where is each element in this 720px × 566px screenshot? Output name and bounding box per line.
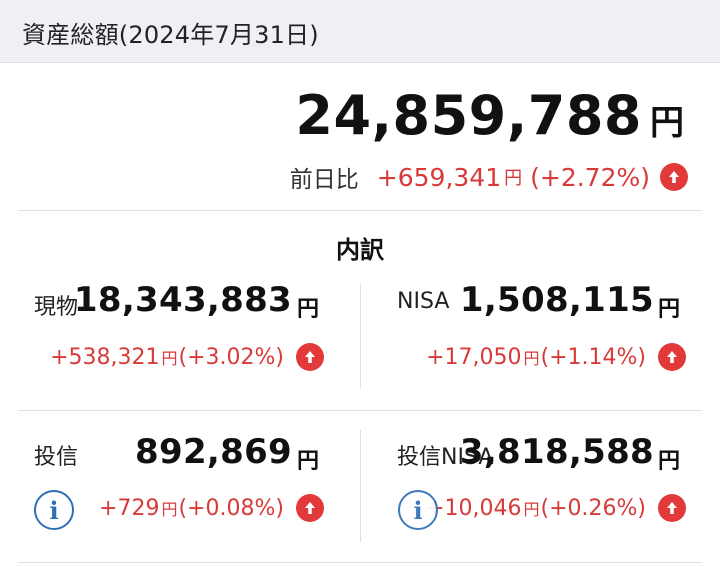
arrow-up-circle-icon <box>296 494 324 522</box>
total-assets: 24,859,788 円 <box>295 84 684 147</box>
cell-yen-unit: 円 <box>297 297 320 322</box>
page-title: 資産総額(2024年7月31日) <box>22 21 319 49</box>
cell-diff-yen: 円 <box>523 349 540 368</box>
diff-yen-unit: 円 <box>504 168 523 189</box>
column-divider <box>360 430 361 542</box>
cell-diff-percent: (+0.26%) <box>540 495 647 521</box>
cell-diff-percent: (+3.02%) <box>178 344 285 370</box>
diff-amount: +659,341 <box>376 162 502 192</box>
divider <box>18 210 702 211</box>
cell-yen-unit: 円 <box>658 297 681 322</box>
arrow-up-circle-icon <box>660 163 688 191</box>
cell-amount: 892,869 <box>135 432 292 472</box>
cell-amount: 3,818,588 <box>459 432 654 472</box>
total-yen-unit: 円 <box>650 103 684 143</box>
divider <box>18 410 702 411</box>
cell-amount: 1,508,115 <box>459 280 654 320</box>
breakdown-title: 内訳 <box>336 236 384 264</box>
cell-label: 現物 <box>34 295 79 320</box>
arrow-up-circle-icon <box>296 343 324 371</box>
diff-percent: (+2.72%) <box>530 162 650 192</box>
info-icon[interactable]: i <box>398 490 438 530</box>
arrow-up-circle-icon <box>658 494 686 522</box>
cell-diff: +538,321 円 (+3.02%) <box>50 343 324 371</box>
cell-diff: +10,046 円 (+0.26%) <box>426 494 686 522</box>
total-amount: 24,859,788 <box>295 84 642 147</box>
cell-amount: 18,343,883 <box>73 280 292 320</box>
cell-diff: +17,050 円 (+1.14%) <box>426 343 686 371</box>
cell-label: 投信 <box>34 445 79 470</box>
cell-diff-percent: (+1.14%) <box>540 344 647 370</box>
cell-yen-unit: 円 <box>297 449 320 474</box>
cell-yen-unit: 円 <box>658 449 681 474</box>
cell-diff-amount: +17,050 <box>426 344 522 370</box>
cell-diff-yen: 円 <box>523 500 540 519</box>
cell-diff: +729 円 (+0.08%) <box>99 494 324 522</box>
arrow-up-circle-icon <box>658 343 686 371</box>
cell-diff-amount: +538,321 <box>50 344 160 370</box>
total-diff-row: 前日比 +659,341 円 (+2.72%) <box>290 160 688 194</box>
column-divider <box>360 283 361 388</box>
cell-diff-amount: +729 <box>99 495 160 521</box>
cell-diff-amount: +10,046 <box>426 495 522 521</box>
diff-label: 前日比 <box>289 167 359 193</box>
info-icon[interactable]: i <box>34 490 74 530</box>
header-bar: 資産総額(2024年7月31日) <box>0 0 720 63</box>
cell-diff-yen: 円 <box>161 349 178 368</box>
cell-label: NISA <box>397 289 450 314</box>
cell-diff-yen: 円 <box>161 500 178 519</box>
cell-diff-percent: (+0.08%) <box>178 495 285 521</box>
divider <box>18 562 702 563</box>
